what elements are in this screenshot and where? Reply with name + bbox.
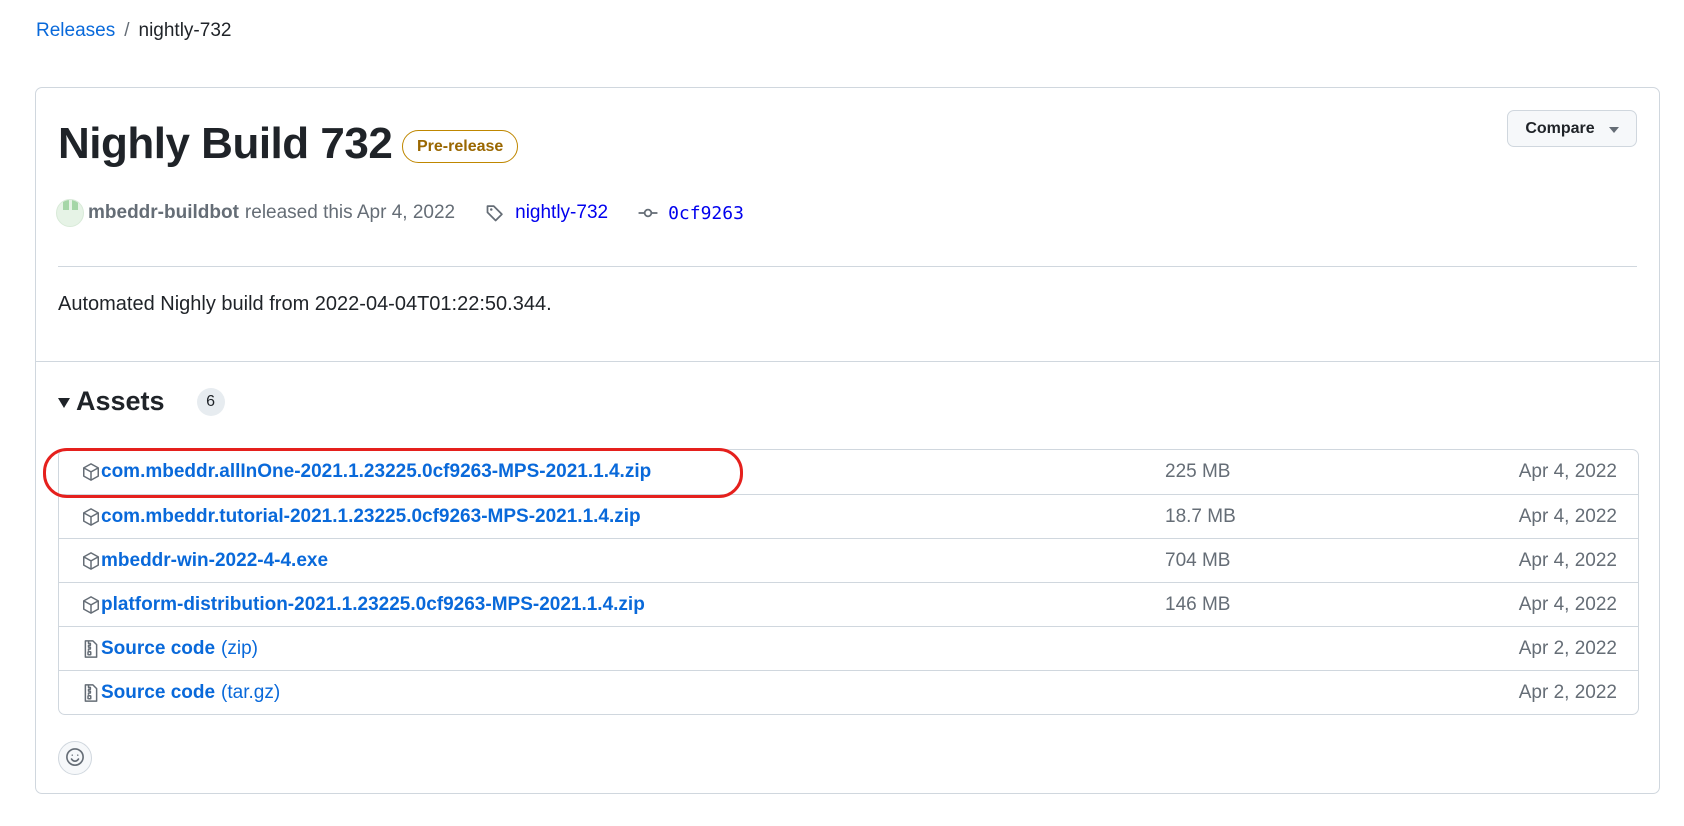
divider	[58, 266, 1637, 267]
asset-date: Apr 4, 2022	[1518, 461, 1617, 482]
asset-date: Apr 4, 2022	[1518, 593, 1617, 615]
asset-size: 146 MB	[1165, 593, 1231, 615]
compare-button[interactable]: Compare	[1507, 110, 1637, 147]
triangle-down-icon	[58, 397, 70, 408]
asset-link[interactable]: com.mbeddr.tutorial-2021.1.23225.0cf9263…	[81, 506, 641, 528]
chevron-down-icon	[1608, 127, 1619, 133]
compare-button-label: Compare	[1525, 119, 1595, 137]
asset-size: 704 MB	[1165, 549, 1231, 571]
asset-size: 225 MB	[1165, 461, 1231, 482]
asset-link[interactable]: mbeddr-win-2022-4-4.exe	[81, 550, 328, 572]
tag-label: nightly-732	[515, 202, 609, 223]
assets-toggle[interactable]: Assets 6	[58, 386, 225, 417]
release-meta: mbeddr-buildbot released this Apr 4, 202…	[56, 198, 744, 228]
release-date-text: released this Apr 4, 2022	[244, 202, 456, 223]
prerelease-badge: Pre-release	[402, 130, 519, 163]
asset-link[interactable]: com.mbeddr.allInOne-2021.1.23225.0cf9263…	[81, 461, 651, 483]
git-commit-icon	[638, 203, 658, 223]
asset-name: com.mbeddr.allInOne-2021.1.23225.0cf9263…	[101, 461, 652, 482]
breadcrumb-current: nightly-732	[138, 20, 232, 41]
breadcrumb-separator: /	[124, 20, 130, 41]
avatar[interactable]	[56, 199, 84, 227]
asset-row: com.mbeddr.tutorial-2021.1.23225.0cf9263…	[59, 494, 1638, 538]
tag-link[interactable]: nightly-732	[485, 202, 608, 224]
asset-date: Apr 4, 2022	[1518, 505, 1617, 527]
asset-name: Source code	[101, 637, 216, 659]
asset-row: platform-distribution-2021.1.23225.0cf92…	[59, 582, 1638, 626]
author-link[interactable]: mbeddr-buildbot	[88, 202, 239, 224]
assets-count-badge: 6	[196, 387, 225, 416]
asset-name: com.mbeddr.tutorial-2021.1.23225.0cf9263…	[101, 505, 641, 527]
asset-link[interactable]: platform-distribution-2021.1.23225.0cf92…	[81, 594, 645, 616]
file-zip-icon	[81, 639, 101, 659]
asset-row: Source code (tar.gz) Apr 2, 2022	[59, 670, 1638, 714]
asset-link[interactable]: Source code (zip)	[81, 638, 258, 660]
package-icon	[81, 595, 101, 615]
asset-name: mbeddr-win-2022-4-4.exe	[101, 549, 329, 571]
release-description: Automated Nighly build from 2022-04-04T0…	[58, 293, 552, 315]
file-zip-icon	[81, 683, 101, 703]
add-reaction-button[interactable]	[58, 741, 92, 775]
package-icon	[81, 462, 101, 482]
smiley-icon	[65, 747, 85, 770]
breadcrumb-releases-link[interactable]: Releases	[36, 20, 115, 42]
divider	[36, 361, 1659, 362]
asset-date: Apr 2, 2022	[1518, 681, 1617, 703]
assets-list: com.mbeddr.allInOne-2021.1.23225.0cf9263…	[58, 449, 1639, 715]
package-icon	[81, 507, 101, 527]
asset-name: Source code	[101, 681, 216, 703]
release-title: Nighly Build 732	[58, 119, 393, 168]
asset-format-suffix: (zip)	[221, 637, 258, 659]
asset-date: Apr 2, 2022	[1518, 637, 1617, 659]
assets-title: Assets	[76, 386, 165, 416]
asset-date: Apr 4, 2022	[1518, 549, 1617, 571]
asset-size: 18.7 MB	[1165, 505, 1236, 527]
tag-icon	[485, 203, 505, 223]
asset-link[interactable]: Source code (tar.gz)	[81, 682, 280, 704]
commit-link[interactable]: 0cf9263	[638, 203, 744, 224]
asset-format-suffix: (tar.gz)	[221, 681, 281, 703]
asset-row: mbeddr-win-2022-4-4.exe 704 MB Apr 4, 20…	[59, 538, 1638, 582]
package-icon	[81, 551, 101, 571]
asset-name: platform-distribution-2021.1.23225.0cf92…	[101, 593, 645, 615]
asset-row: Source code (zip) Apr 2, 2022	[59, 626, 1638, 670]
commit-hash: 0cf9263	[668, 202, 744, 224]
asset-row: com.mbeddr.allInOne-2021.1.23225.0cf9263…	[59, 450, 1638, 494]
breadcrumb: Releases / nightly-732	[36, 20, 231, 42]
release-card: Nighly Build 732 Pre-release Compare mbe…	[35, 87, 1660, 794]
